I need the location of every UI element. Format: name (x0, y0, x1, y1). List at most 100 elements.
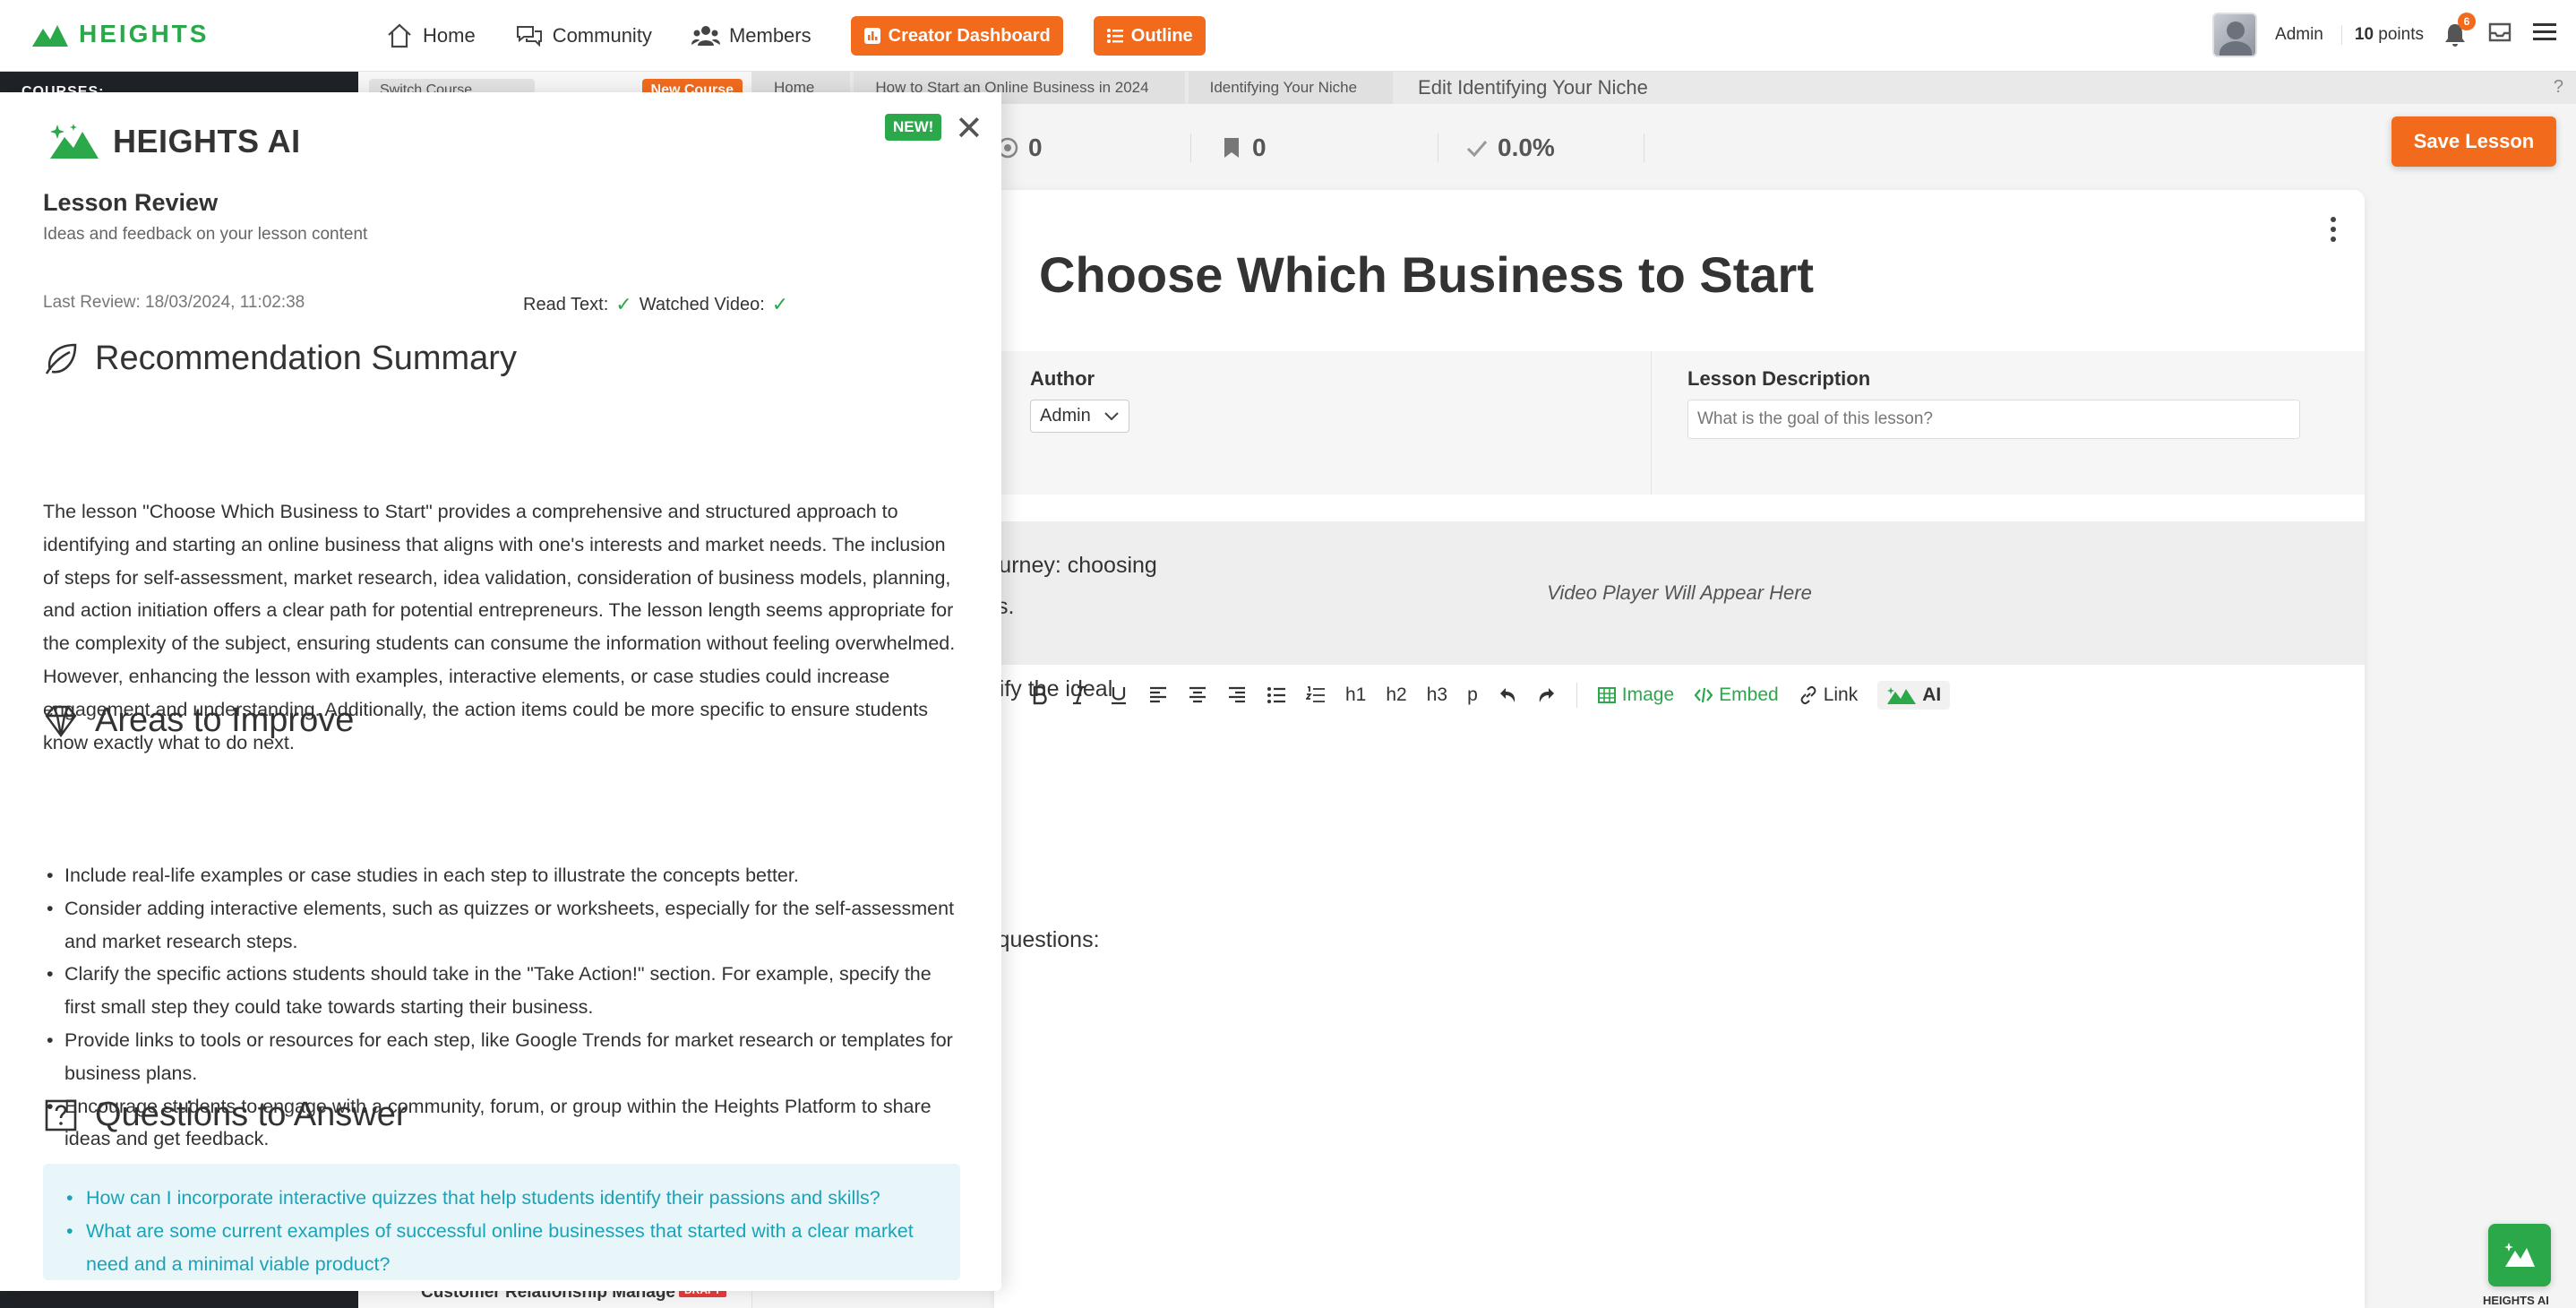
user-name[interactable]: Admin (2275, 25, 2323, 45)
list-item: Provide links to tools or resources for … (43, 1024, 966, 1090)
bookmark-icon (1224, 138, 1239, 158)
home-icon (388, 23, 411, 48)
image-label: Image (1621, 684, 1675, 705)
link-label: Link (1823, 684, 1859, 705)
fab-label: HEIGHTS AI (2483, 1294, 2549, 1307)
points-value: 10 (2354, 25, 2374, 44)
summary-heading-text: Recommendation Summary (95, 340, 517, 377)
nav-community-label: Community (552, 24, 652, 47)
breadcrumb: Home How to Start an Online Business in … (752, 72, 2576, 104)
views-count: 0 (1028, 133, 1043, 161)
chart-icon (863, 28, 880, 44)
nav-community[interactable]: Community (515, 22, 652, 50)
close-icon[interactable]: ✕ (955, 112, 983, 146)
embed-button[interactable]: Embed (1694, 684, 1779, 706)
heights-logo[interactable]: HEIGHTS (30, 20, 209, 48)
redo-button[interactable] (1537, 685, 1557, 705)
members-icon (691, 26, 720, 46)
heights-ai-panel: HEIGHTS AI NEW! ✕ Lesson Review Ideas an… (0, 92, 1001, 1291)
insert-image-button[interactable]: Image (1597, 684, 1674, 706)
nav-members[interactable]: Members (691, 22, 811, 50)
notifications-button[interactable]: 6 (2442, 13, 2476, 48)
creator-dashboard-label: Creator Dashboard (888, 25, 1051, 46)
heading-1-button[interactable]: h1 (1345, 684, 1366, 706)
question-link[interactable]: How can I incorporate interactive quizze… (64, 1182, 939, 1215)
undo-icon (1499, 688, 1515, 702)
ai-brand: HEIGHTS AI (113, 123, 301, 159)
ai-button[interactable]: AI (1877, 681, 1951, 710)
align-center-button[interactable] (1188, 685, 1207, 705)
question-link[interactable]: What are some current examples of succes… (64, 1215, 939, 1281)
points-label: points (2378, 25, 2424, 44)
questions-heading-text: Questions to Answer (95, 1096, 408, 1133)
points-display: 10 points (2340, 25, 2424, 45)
bullet-list-icon (1267, 687, 1285, 703)
author-select[interactable]: Admin (1030, 400, 1129, 433)
align-right-icon (1229, 686, 1245, 703)
checkmark-icon (1466, 141, 1488, 158)
last-review-timestamp: Last Review: 18/03/2024, 11:02:38 (43, 293, 305, 312)
chat-bubbles-icon (516, 26, 542, 47)
description-input[interactable]: What is the goal of this lesson? (1687, 400, 2300, 439)
completion-stat: 0.0% (1438, 133, 1644, 162)
paragraph-button[interactable]: p (1467, 684, 1478, 706)
summary-heading: Recommendation Summary (43, 340, 517, 378)
toolbar-divider (1576, 683, 1577, 708)
inbox-button[interactable] (2486, 19, 2513, 51)
avatar[interactable] (2212, 13, 2258, 57)
new-badge: NEW! (885, 114, 942, 141)
outline-label: Outline (1130, 25, 1193, 46)
video-placeholder: Video Player Will Appear Here (994, 521, 2365, 665)
bullet-list-button[interactable] (1267, 685, 1286, 705)
check-icon: ✓ (615, 293, 632, 315)
lesson-meta: Author Admin Lesson Description What is … (994, 351, 2365, 495)
questions-box: How can I incorporate interactive quizze… (43, 1164, 960, 1280)
embed-label: Embed (1719, 684, 1779, 705)
list-item: Clarify the specific actions students sh… (43, 958, 966, 1024)
redo-icon (1539, 688, 1554, 702)
panel-title: Lesson Review (43, 189, 219, 216)
align-right-button[interactable] (1227, 685, 1247, 705)
nav-home[interactable]: Home (385, 22, 476, 50)
bookmarks-stat: 0 (1191, 133, 1438, 162)
ai-label: AI (1922, 684, 1942, 705)
review-status: Read Text: ✓ Watched Video: ✓ (523, 293, 788, 316)
author-section: Author Admin (994, 351, 1652, 495)
user-area: Admin 10 points 6 (2212, 13, 2558, 57)
nav-home-label: Home (423, 24, 476, 47)
brand-name: HEIGHTS (79, 20, 210, 47)
heading-2-button[interactable]: h2 (1386, 684, 1406, 706)
question-box-icon (45, 1099, 77, 1131)
creator-dashboard-button[interactable]: Creator Dashboard (850, 16, 1063, 56)
breadcrumb-module[interactable]: Identifying Your Niche (1188, 72, 1394, 104)
check-icon: ✓ (771, 293, 789, 315)
insert-link-button[interactable]: Link (1799, 684, 1859, 706)
heading-3-button[interactable]: h3 (1427, 684, 1447, 706)
hamburger-menu-icon (2533, 23, 2556, 40)
chevron-down-icon (1103, 411, 1119, 420)
watched-video-label: Watched Video: (639, 294, 765, 314)
table-image-icon (1597, 687, 1616, 703)
outline-button[interactable]: Outline (1093, 16, 1206, 56)
nav-members-label: Members (728, 24, 811, 47)
save-lesson-button[interactable]: Save Lesson (2391, 116, 2556, 167)
improve-heading-text: Areas to Improve (95, 701, 355, 739)
author-label: Author (1030, 367, 1095, 390)
more-options-icon[interactable] (2331, 217, 2338, 242)
ai-panel-header: HEIGHTS AI (47, 121, 301, 162)
diamond-icon (45, 705, 77, 737)
panel-subtitle: Ideas and feedback on your lesson conten… (43, 225, 368, 244)
questions-heading: Questions to Answer (43, 1096, 408, 1134)
menu-button[interactable] (2531, 19, 2558, 51)
bookmarks-count: 0 (1252, 133, 1267, 161)
undo-button[interactable] (1498, 685, 1517, 705)
lesson-editor: Choose Which Business to Start Author Ad… (994, 190, 2365, 1308)
numbered-list-icon (1306, 686, 1325, 702)
ai-mountain-icon (50, 124, 99, 159)
help-icon[interactable]: ? (2554, 77, 2563, 98)
numbered-list-button[interactable] (1306, 685, 1326, 705)
lesson-stats: 0 0 0.0% (985, 125, 1644, 170)
heights-ai-fab[interactable] (2488, 1224, 2551, 1286)
editor-toolbar: h1 h2 h3 p Image Embed Link AI (994, 668, 2365, 722)
lesson-title[interactable]: Choose Which Business to Start (1039, 245, 1814, 304)
